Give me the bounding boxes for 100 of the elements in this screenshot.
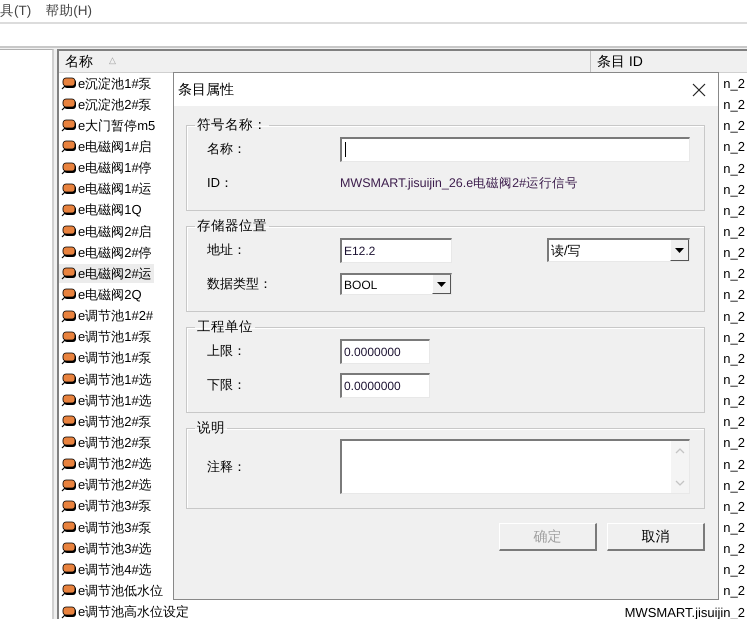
table-cell-text: n_2 [723, 350, 746, 366]
list-item[interactable]: e沉淀池1#泵 [59, 74, 154, 94]
column-header[interactable]: 条目 ID [591, 51, 747, 72]
list-item[interactable]: e调节池1#选 [59, 391, 154, 410]
field-label: 名称： [207, 140, 247, 158]
symbol-icon [61, 310, 77, 323]
table-cell-text: n_2 [723, 562, 746, 578]
symbol-icon [61, 415, 77, 428]
list-item[interactable]: e调节池4#选 [59, 560, 154, 580]
symbol-icon [61, 500, 77, 513]
table-cell-text: n_2 [723, 498, 746, 514]
table-cell-text: n_2 [723, 330, 746, 345]
table-cell-text: n_2 [723, 372, 746, 388]
table-cell-text: n_2 [723, 245, 746, 260]
list-item[interactable]: e调节池高水位设定 [59, 602, 192, 619]
symbol-icon [61, 394, 77, 408]
type-dropdown[interactable]: BOOL [340, 273, 452, 295]
field-label: 地址： [207, 241, 247, 259]
dropdown-arrow-icon [437, 282, 446, 286]
list-item[interactable]: e调节池2#泵 [59, 412, 154, 432]
symbol-icon [61, 77, 77, 90]
list-item[interactable]: e调节池1#泵 [59, 328, 154, 347]
list-item[interactable]: e调节池2#选 [59, 476, 154, 495]
symbol-icon [61, 458, 77, 471]
group-title: 说明 [196, 419, 226, 437]
list-item[interactable]: e电磁阀2#运 [59, 264, 154, 284]
symbol-icon [61, 288, 77, 302]
table-cell-text: n_2 [723, 414, 746, 430]
table-cell-text: n_2 [723, 97, 746, 112]
table-cell-text: n_2 [723, 160, 746, 176]
symbol-icon [61, 330, 77, 344]
symbol-icon [61, 352, 77, 365]
list-item[interactable]: e调节池1#选 [59, 370, 154, 390]
table-cell-text: n_2 [723, 266, 746, 282]
symbol-icon [61, 246, 77, 260]
symbol-icon [61, 606, 77, 619]
dialog-title: 条目属性 [178, 80, 234, 98]
symbol-icon [61, 478, 77, 492]
close-icon[interactable] [692, 82, 706, 96]
table-cell-text: n_2 [723, 139, 746, 154]
table-cell-text: n_2 [723, 478, 746, 493]
table-cell-text: n_2 [723, 435, 746, 450]
symbol-icon [61, 162, 77, 175]
table-cell-text: n_2 [723, 520, 746, 536]
list-item[interactable]: e电磁阀1Q [59, 200, 144, 220]
symbol-icon [61, 119, 77, 132]
list-item[interactable]: e调节池1#2# [59, 306, 156, 326]
table-cell-text: n_2 [723, 287, 746, 302]
input-field[interactable]: 0.0000000 [340, 338, 430, 364]
table-cell-text: MWSMART.jisuijin_2 [624, 604, 746, 619]
list-item[interactable]: e调节池3#选 [59, 539, 154, 558]
list-item[interactable]: e电磁阀2#停 [59, 243, 154, 262]
id-value: MWSMART.jisuijin_26.e电磁阀2#运行信号 [340, 174, 578, 192]
field-label: 下限： [207, 376, 247, 394]
field-label: ID： [207, 174, 234, 192]
list-item[interactable]: e沉淀池2#泵 [59, 95, 154, 114]
input-field[interactable]: E12.2 [340, 238, 452, 262]
field-label: 数据类型： [207, 275, 273, 293]
list-item[interactable]: e调节池3#泵 [59, 518, 154, 538]
list-item[interactable]: e调节池低水位 [59, 581, 166, 600]
symbol-icon [61, 267, 77, 280]
group-title: 符号名称： [196, 116, 268, 134]
list-item[interactable]: e调节池2#泵 [59, 433, 154, 452]
list-item[interactable]: e调节池2#选 [59, 454, 154, 474]
symbol-icon [61, 182, 77, 196]
symbol-icon [61, 98, 77, 112]
group-title: 存储器位置 [196, 217, 268, 235]
table-cell-text: n_2 [723, 308, 746, 324]
list-item[interactable]: e电磁阀2#启 [59, 222, 154, 242]
list-item[interactable]: e电磁阀2Q [59, 285, 144, 304]
comment-field[interactable] [340, 439, 690, 494]
dropdown-arrow-icon [675, 248, 684, 252]
table-cell-text: n_2 [723, 541, 746, 556]
table-cell-text: n_2 [723, 76, 746, 92]
symbol-icon [61, 563, 77, 576]
input-field[interactable] [340, 136, 690, 162]
group-title: 工程单位 [196, 318, 254, 336]
list-item[interactable]: e大门暂停m5 [59, 116, 158, 136]
table-cell-text: n_2 [723, 456, 746, 472]
symbol-icon [61, 140, 77, 154]
dialog-button[interactable]: 取消 [607, 523, 705, 551]
symbol-icon [61, 521, 77, 534]
table-cell-text: n_2 [723, 182, 746, 197]
list-item[interactable]: e调节池1#泵 [59, 348, 154, 368]
symbol-icon [61, 373, 77, 386]
list-item[interactable]: e电磁阀1#运 [59, 180, 154, 199]
access-dropdown[interactable]: 读/写 [547, 238, 690, 262]
list-item[interactable]: e电磁阀1#启 [59, 137, 154, 156]
symbol-icon [61, 542, 77, 556]
symbol-icon [61, 584, 77, 598]
list-item[interactable]: e电磁阀1#停 [59, 158, 154, 178]
input-field[interactable]: 0.0000000 [340, 372, 430, 398]
table-cell-text: n_2 [723, 224, 746, 240]
field-label: 注释： [207, 458, 247, 476]
menu-item[interactable]: 具(T) [0, 2, 32, 20]
symbol-icon [61, 436, 77, 450]
list-item[interactable]: e调节池3#泵 [59, 496, 154, 516]
field-label: 上限： [207, 342, 247, 360]
menu-item[interactable]: 帮助(H) [45, 2, 92, 20]
table-cell-text: n_2 [723, 202, 746, 218]
